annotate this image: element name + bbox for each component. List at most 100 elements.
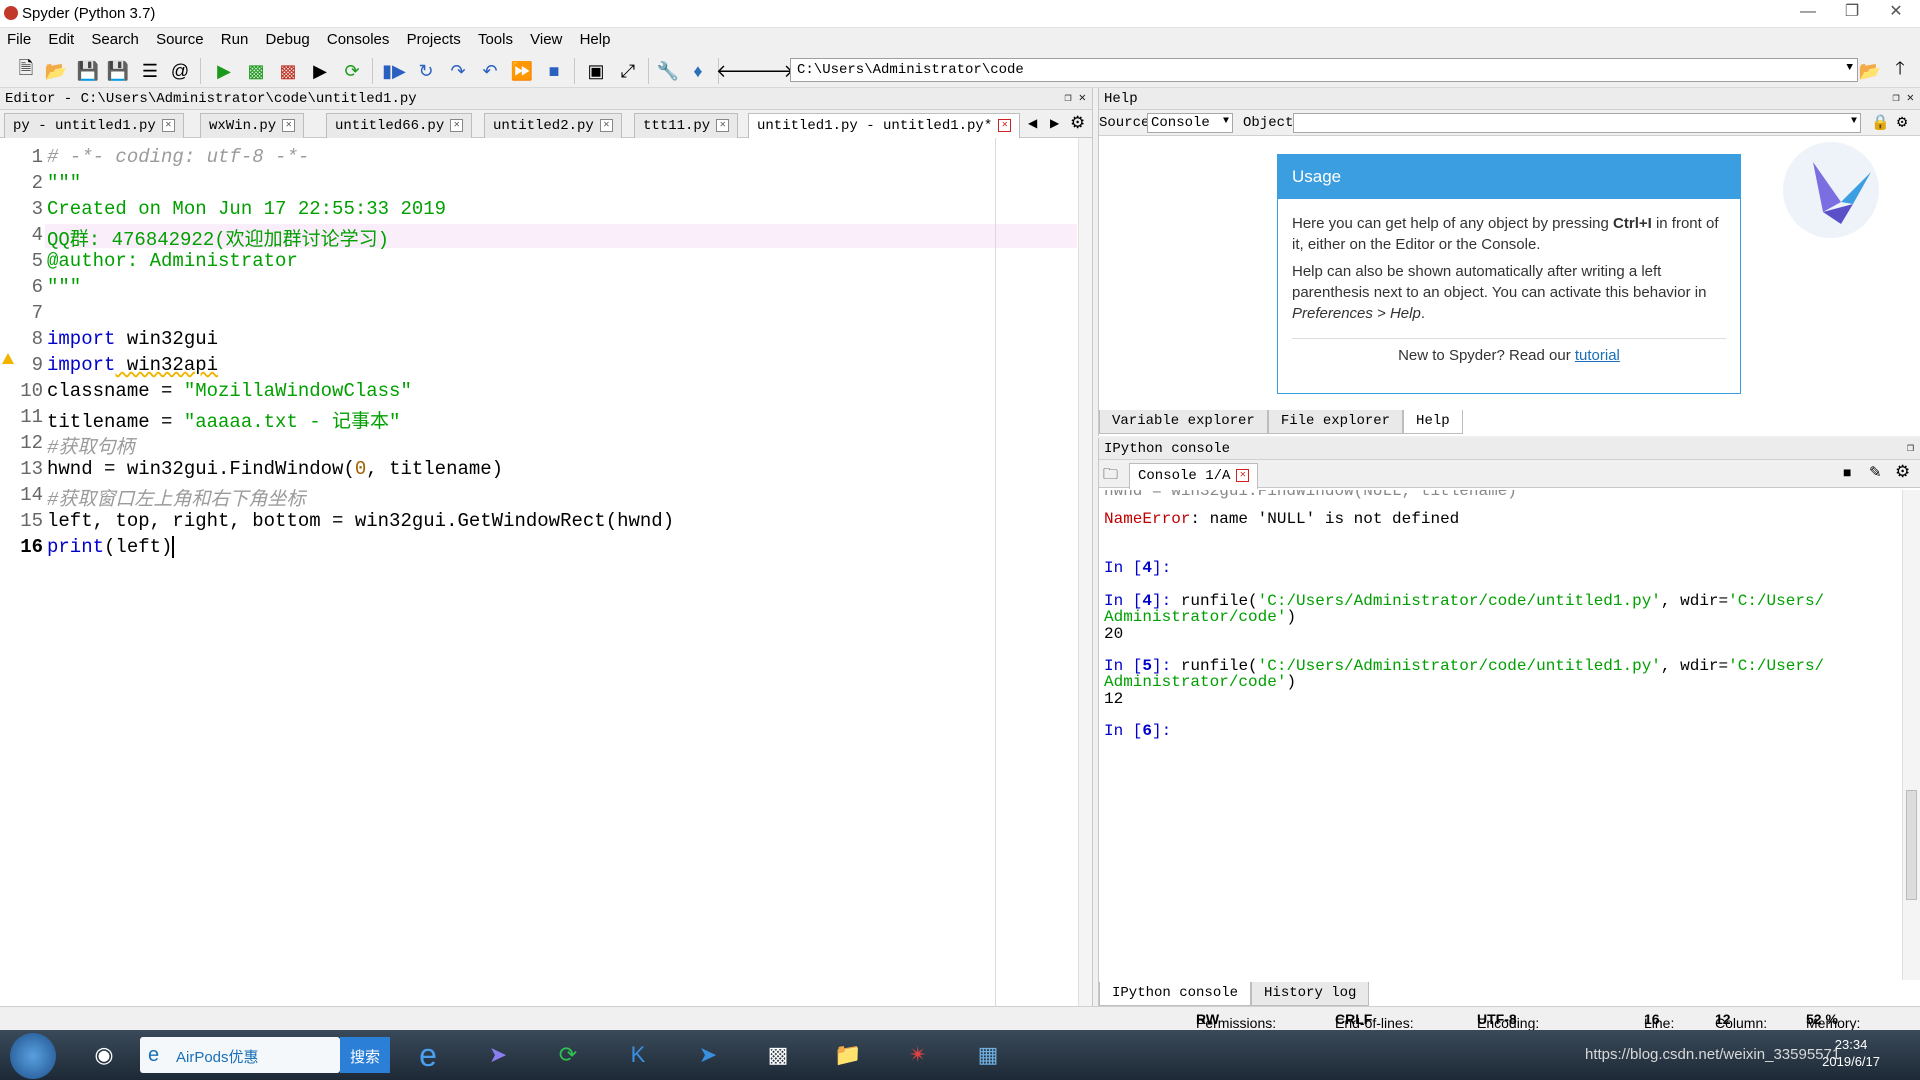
console-tab-bar: 🗀 Console 1/A ✕ ■ ✎ ⚙ [1099,460,1920,489]
line-number: 6 [31,276,43,298]
menu-consoles[interactable]: Consoles [320,28,396,48]
terminal-icon[interactable]: ▩ [758,1036,798,1074]
code-text: ) [1286,608,1297,626]
run-icon[interactable]: ▶ [212,59,236,83]
tab-close-icon[interactable]: ✕ [282,118,296,132]
tutorial-link[interactable]: tutorial [1575,347,1620,364]
menu-help[interactable]: Help [573,28,617,48]
options-gear-icon[interactable]: ⚙ [1895,462,1910,482]
python-path-icon[interactable]: ♦ [686,59,710,83]
continue-icon[interactable]: ⏩ [510,59,534,83]
menu-tools[interactable]: Tools [471,28,519,48]
menu-search[interactable]: Search [84,28,145,48]
menu-debug[interactable]: Debug [258,28,315,48]
lock-icon[interactable]: 🔒 [1871,113,1890,132]
list-icon[interactable]: ☰ [138,59,162,83]
save-icon[interactable]: 💾 [76,59,100,83]
maximize-pane-icon[interactable]: ▣ [584,59,608,83]
tab-close-icon[interactable]: ✕ [161,118,175,132]
notes-app-icon[interactable]: ▦ [968,1036,1008,1074]
refresh-app-icon[interactable]: ⟳ [548,1036,588,1074]
editor-tab[interactable]: wxWin.py ✕ [200,113,305,138]
chevron-down-icon[interactable]: ▼ [1846,62,1853,74]
debug-icon[interactable]: ▮▶ [382,59,406,83]
step-icon[interactable]: ↻ [414,59,438,83]
menu-view[interactable]: View [523,28,568,48]
tab-close-icon[interactable]: ✕ [998,118,1012,132]
browser-taskbar-item[interactable]: e AirPods优惠 [140,1037,340,1073]
stop-debug-icon[interactable]: ■ [542,59,566,83]
editor-tab[interactable]: py - untitled1.py ✕ [4,113,184,138]
run-cell-advance-icon[interactable]: ▩ [276,59,300,83]
warning-icon[interactable] [2,353,14,364]
tab-close-icon[interactable]: ✕ [1236,468,1250,482]
fullscreen-icon[interactable]: ⤢ [616,59,640,83]
close-icon[interactable]: ✕ [1874,0,1918,26]
text-cursor: ​ [172,536,175,558]
step-into-icon[interactable]: ↷ [446,59,470,83]
k-app-icon[interactable]: K [618,1036,658,1074]
editor-tab[interactable]: untitled66.py ✕ [326,113,473,138]
run-cell-icon[interactable]: ▩ [244,59,268,83]
code-line: hwnd = win32gui.FindWindow(0, titlename) [47,458,503,480]
object-input[interactable]: ▼ [1293,113,1861,133]
console-output[interactable]: hwnd = win32gui.FindWindow(NULL, titlena… [1099,490,1899,980]
clear-console-icon[interactable]: ✎ [1869,463,1882,481]
parent-directory-icon[interactable]: 🡑 [1888,58,1912,83]
tab-close-icon[interactable]: ✕ [450,118,464,132]
minimize-icon[interactable]: — [1786,0,1830,26]
at-icon[interactable]: @ [168,59,192,83]
source-select[interactable]: Console ▼ [1147,113,1233,133]
editor-tab[interactable]: ttt11.py ✕ [634,113,739,138]
browser-app-icon[interactable]: ◉ [84,1036,124,1074]
editor-tab[interactable]: untitled2.py ✕ [484,113,622,138]
stop-kernel-icon[interactable]: ■ [1843,464,1851,480]
editor-scrollbar[interactable] [1078,138,1092,1006]
maximize-icon[interactable]: ❐ [1830,0,1874,26]
tab-history-log[interactable]: History log [1251,982,1370,1006]
tab-help[interactable]: Help [1403,410,1463,434]
line-number: 4 [31,224,43,246]
open-file-icon[interactable]: 📂 [44,59,68,83]
code-editor[interactable]: 1 2 3 4 5 6 7 8 9 10 11 12 13 14 15 16 #… [0,138,1092,1006]
tab-scroll-left-icon[interactable]: ◀ [1028,116,1037,130]
menu-file[interactable]: File [0,28,37,48]
tab-close-icon[interactable]: ✕ [716,118,730,132]
options-gear-icon[interactable]: ⚙ [1897,112,1907,133]
pane-controls[interactable]: ❐ ✕ [1064,90,1086,105]
options-gear-icon[interactable]: ⚙ [1070,113,1085,133]
editor-pane: Editor - C:\Users\Administrator\code\unt… [0,88,1093,1006]
new-file-icon[interactable]: 🗎 [14,58,38,83]
editor-tab-active[interactable]: untitled1.py - untitled1.py* ✕ [748,113,1021,139]
browse-folder-icon[interactable]: 📂 [1858,59,1882,83]
menu-run[interactable]: Run [214,28,255,48]
tab-file-explorer[interactable]: File explorer [1267,410,1404,434]
tab-ipython-console[interactable]: IPython console [1099,982,1252,1006]
scrollbar-thumb[interactable] [1906,790,1917,900]
pane-controls[interactable]: ❐ [1907,440,1914,455]
start-button[interactable] [10,1033,56,1079]
forward-arrow-icon[interactable]: 🡒 [746,59,794,83]
tab-close-icon[interactable]: ✕ [599,118,613,132]
pane-controls[interactable]: ❐ ✕ [1892,90,1914,105]
tab-variable-explorer[interactable]: Variable explorer [1099,410,1268,434]
spyder-taskbar-icon[interactable]: ➤ [478,1036,518,1074]
menu-source[interactable]: Source [149,28,210,48]
working-directory-input[interactable]: C:\Users\Administrator\code ▼ [790,58,1858,82]
arrow-app-icon[interactable]: ➤ [688,1036,728,1074]
step-return-icon[interactable]: ↶ [478,59,502,83]
console-browse-icon[interactable]: 🗀 [1103,464,1118,489]
ie-icon[interactable]: e [408,1036,448,1074]
tab-scroll-right-icon[interactable]: ▶ [1050,116,1059,130]
folder-icon[interactable]: 📁 [828,1036,868,1074]
save-all-icon[interactable]: 💾 [106,59,130,83]
menu-projects[interactable]: Projects [400,28,467,48]
rerun-icon[interactable]: ⟳ [340,59,364,83]
menu-edit[interactable]: Edit [41,28,80,48]
preferences-wrench-icon[interactable]: 🔧 [656,59,680,83]
run-selection-icon[interactable]: ▶ [308,59,332,83]
console-tab[interactable]: Console 1/A ✕ [1129,463,1259,489]
search-button[interactable]: 搜索 [340,1037,390,1073]
console-scrollbar[interactable] [1902,490,1920,980]
spider-app-icon[interactable]: ✴ [898,1036,938,1074]
